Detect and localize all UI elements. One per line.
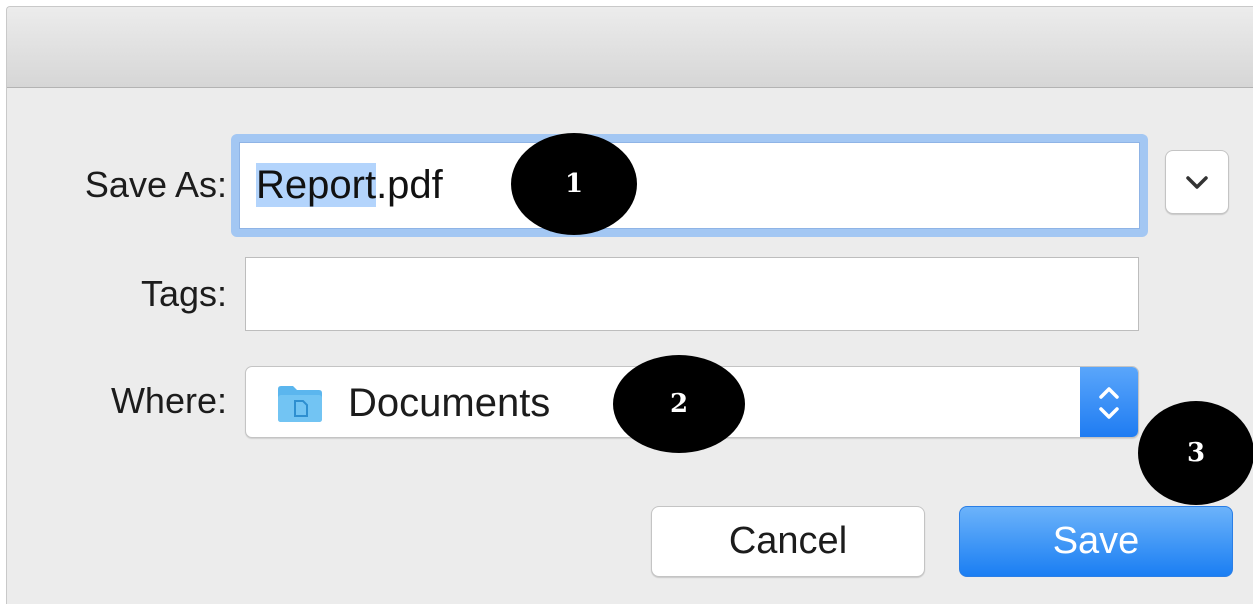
saveas-input[interactable]: Report.pdf	[239, 142, 1140, 229]
annotation-marker-1: 1	[511, 133, 637, 235]
saveas-label: Save As:	[84, 164, 227, 205]
expand-dialog-button[interactable]	[1165, 150, 1229, 214]
saveas-selected-text: Report	[256, 163, 377, 207]
tags-label: Tags:	[140, 273, 227, 314]
tags-input[interactable]	[245, 257, 1139, 331]
saveas-extension-text: .pdf	[376, 163, 443, 207]
annotation-marker-2: 2	[613, 355, 745, 453]
where-stepper[interactable]	[1080, 367, 1138, 437]
folder-icon	[278, 386, 322, 422]
where-value: Documents	[348, 381, 551, 425]
cancel-button[interactable]: Cancel	[651, 506, 925, 577]
title-bar[interactable]	[7, 7, 1253, 88]
chevron-down-icon	[1186, 176, 1208, 189]
annotation-marker-3: 3	[1138, 401, 1253, 505]
up-down-chevron-icon	[1099, 387, 1119, 419]
where-label: Where:	[110, 380, 227, 421]
save-button[interactable]: Save	[959, 506, 1233, 577]
save-dialog: Save As: Report.pdf Tags: Where: Documen…	[6, 6, 1253, 604]
